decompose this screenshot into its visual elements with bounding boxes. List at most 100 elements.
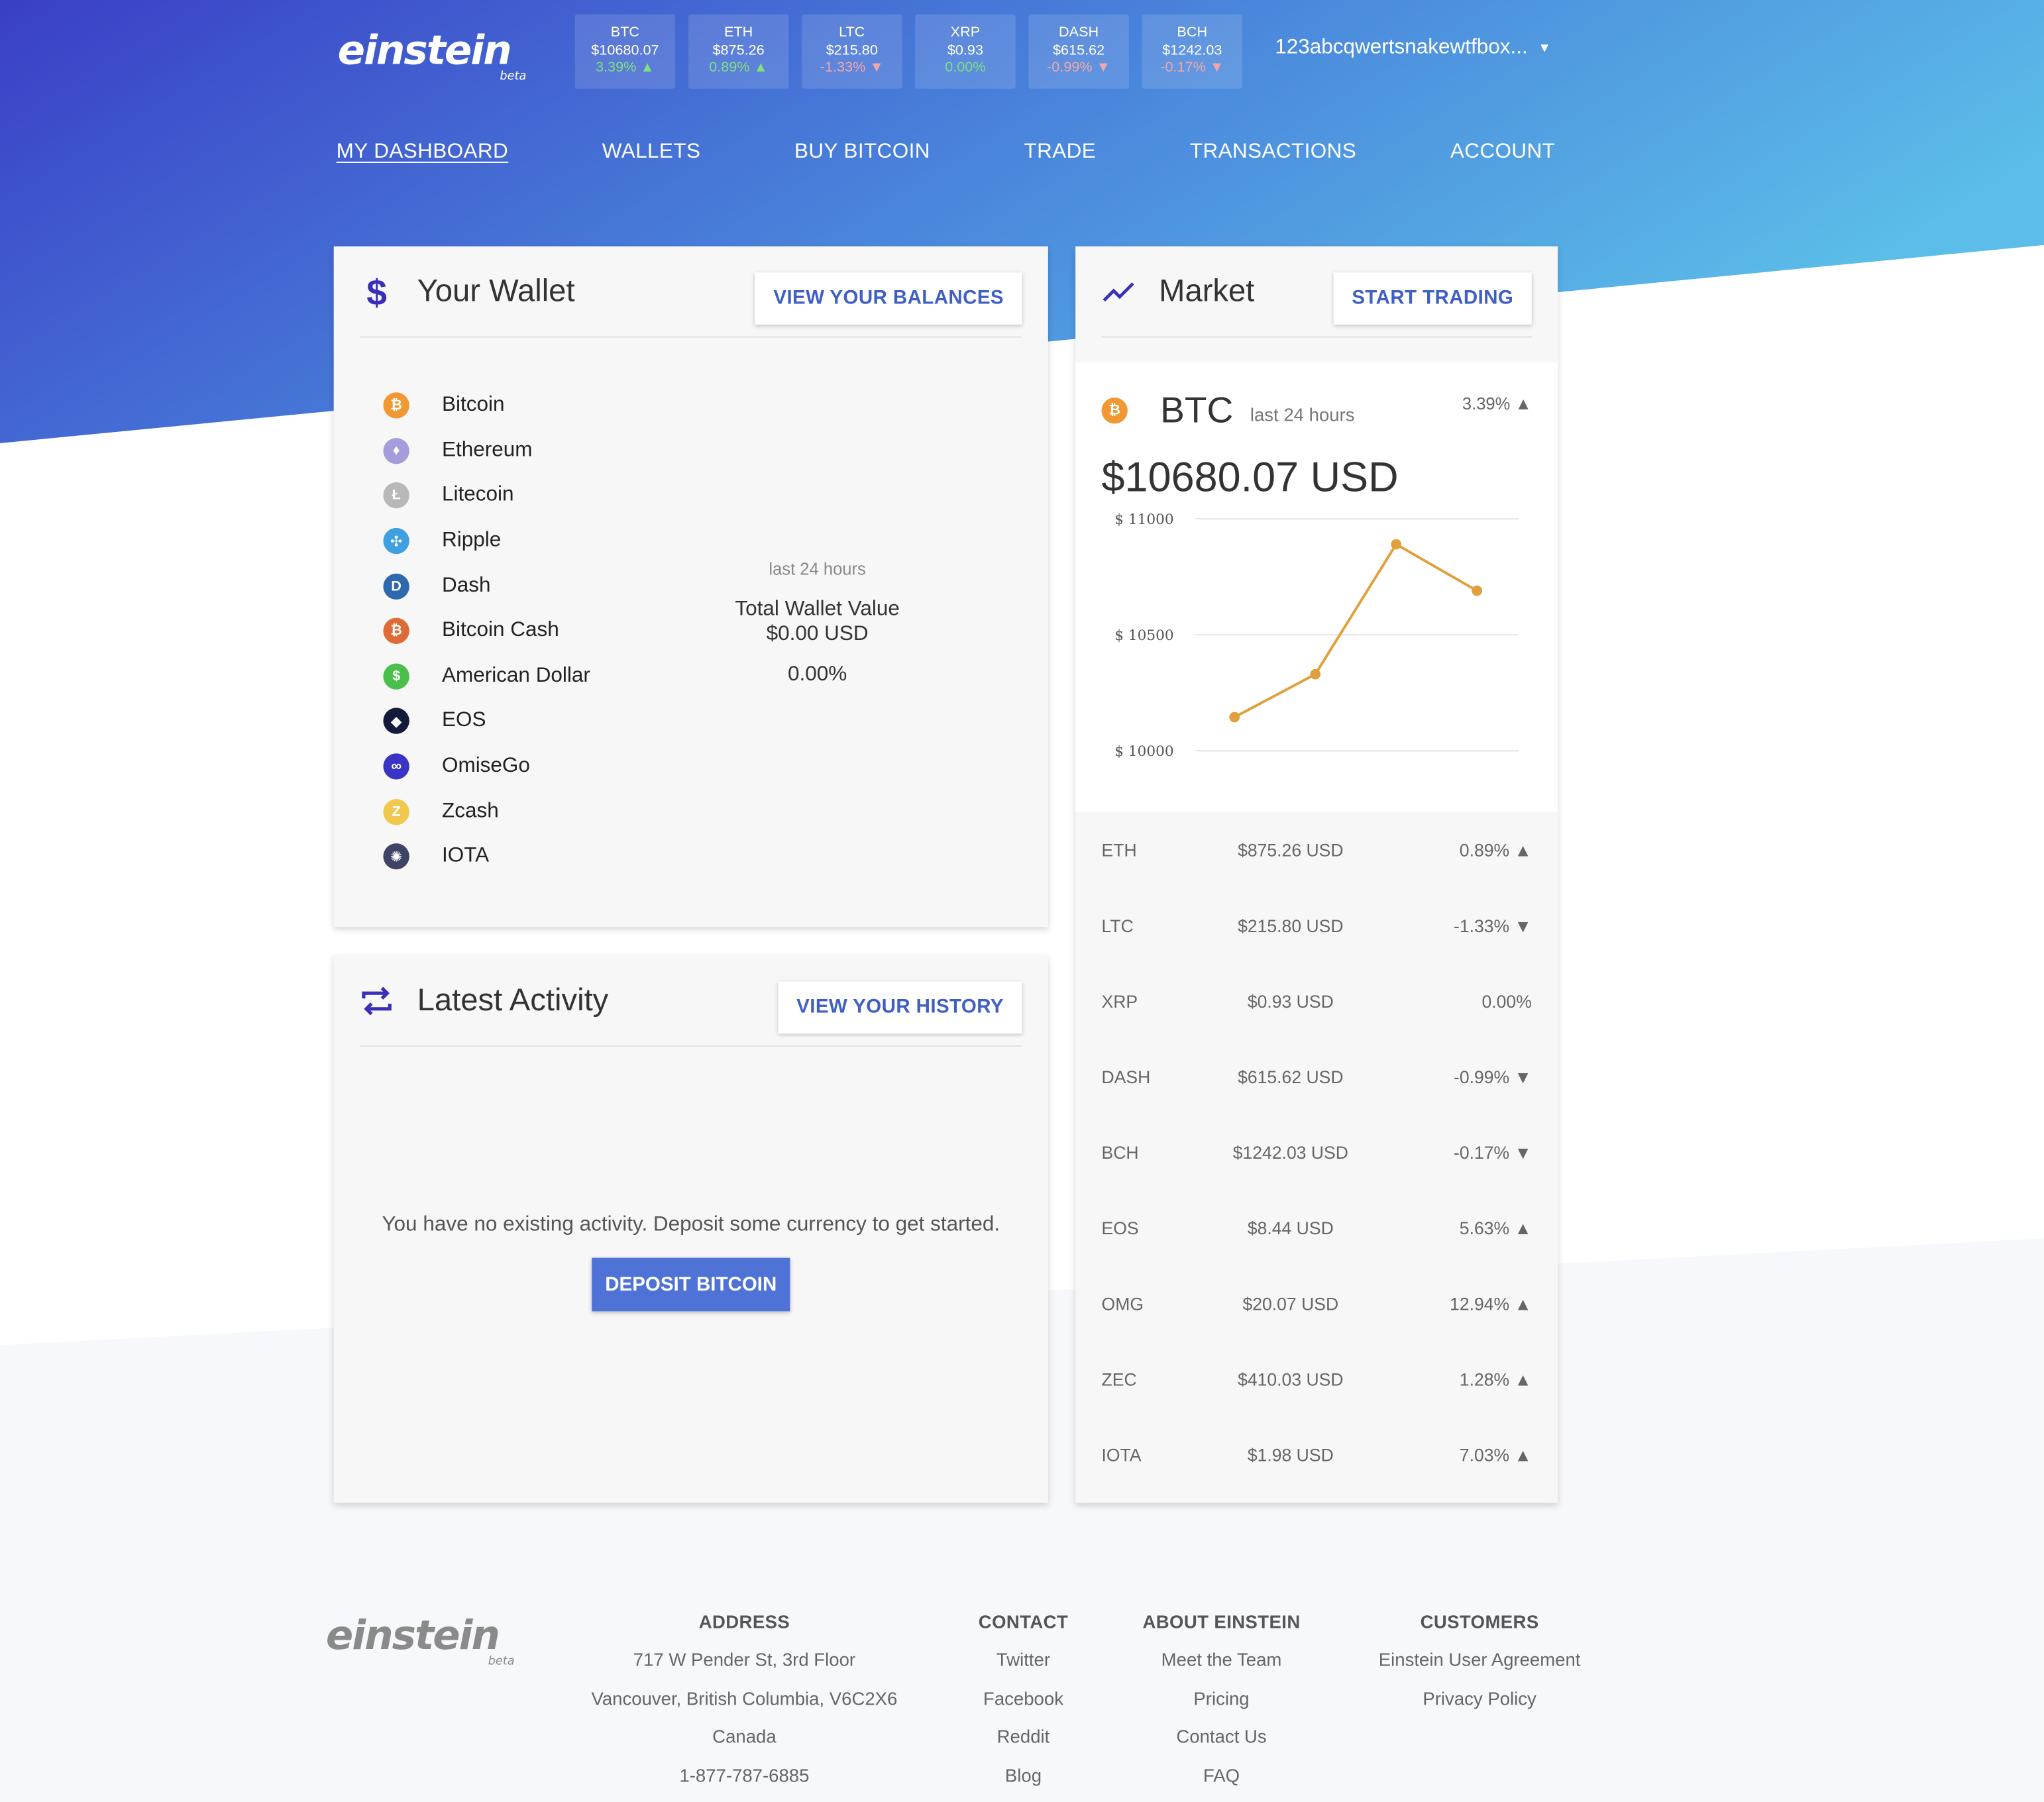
market-row[interactable]: LTC $215.80 USD -1.33% ▼	[1102, 888, 1532, 963]
wallet-card-header: $ Your Wallet VIEW YOUR BALANCES	[360, 246, 1022, 338]
ticker-item[interactable]: LTC $215.80 -1.33% ▼	[802, 14, 902, 89]
nav-my-dashboard[interactable]: MY DASHBOARD	[337, 140, 509, 164]
wallet-coin-item[interactable]: Ł Litecoin	[383, 474, 590, 519]
market-row[interactable]: IOTA $1.98 USD 7.03% ▲	[1102, 1417, 1532, 1493]
wallet-coin-item[interactable]: ◆ EOS	[383, 699, 590, 744]
market-row[interactable]: ETH $875.26 USD 0.89% ▲	[1102, 812, 1532, 888]
chart-point[interactable]	[1229, 712, 1240, 723]
wallet-coin-name: Dash	[441, 574, 491, 597]
view-balances-button[interactable]: VIEW YOUR BALANCES	[755, 272, 1022, 325]
footer-link[interactable]: Pricing	[1142, 1687, 1300, 1726]
chart-point[interactable]	[1391, 539, 1402, 550]
brand-logo[interactable]: einstein beta	[338, 30, 527, 83]
featured-symbol: BTC	[1160, 390, 1234, 431]
footer-link: Canada	[712, 1725, 777, 1747]
footer-link[interactable]: FAQ	[1142, 1764, 1300, 1802]
wallet-coin-item[interactable]: $ American Dollar	[383, 654, 590, 699]
deposit-bitcoin-button[interactable]: DEPOSIT BITCOIN	[592, 1257, 790, 1312]
market-row[interactable]: EOS $8.44 USD 5.63% ▲	[1102, 1190, 1532, 1265]
wallet-total-label: Total Wallet Value	[735, 598, 900, 621]
swap-arrows-icon	[360, 983, 394, 1017]
footer-link[interactable]: Einstein User Agreement	[1379, 1649, 1581, 1687]
footer-beta-tag: beta	[488, 1655, 515, 1669]
wallet-coin-item[interactable]: ♦ Ethereum	[383, 429, 590, 474]
chart-point[interactable]	[1472, 585, 1483, 596]
market-price: $8.44 USD	[1247, 1218, 1334, 1238]
ticker-symbol: LTC	[839, 25, 865, 40]
footer-wordmark: einstein	[325, 1612, 500, 1660]
activity-card: Latest Activity VIEW YOUR HISTORY You ha…	[333, 955, 1048, 1503]
market-symbol: LTC	[1101, 916, 1134, 935]
chevron-down-icon: ▼	[1538, 40, 1551, 56]
market-row[interactable]: OMG $20.07 USD 12.94% ▲	[1102, 1265, 1532, 1341]
wallet-coin-item[interactable]: ✣ Ripple	[383, 519, 590, 564]
ticker-price: $215.80	[826, 42, 878, 58]
ticker-price: $1242.03	[1162, 42, 1222, 58]
market-price: $615.62 USD	[1238, 1067, 1344, 1086]
wallet-coin-item[interactable]: ₿ Bitcoin Cash	[383, 609, 590, 654]
nav-wallets[interactable]: WALLETS	[602, 140, 701, 164]
footer-link: Vancouver, British Columbia, V6C2X6	[591, 1687, 898, 1709]
wallet-coin-item[interactable]: ∞ OmiseGo	[383, 744, 590, 789]
featured-change: 3.39% ▲	[1462, 394, 1532, 413]
main-nav: MY DASHBOARD WALLETS BUY BITCOIN TRADE TRANS…	[337, 140, 1556, 164]
view-history-button[interactable]: VIEW YOUR HISTORY	[778, 981, 1022, 1034]
wallet-coin-name: EOS	[441, 710, 486, 732]
ticker-item[interactable]: BTC $10680.07 3.39% ▲	[574, 14, 676, 89]
btc-price-chart: $ 11000 $ 10500 $ 10000	[1114, 511, 1519, 760]
footer-link[interactable]: Twitter	[979, 1649, 1068, 1687]
footer-link[interactable]: Privacy Policy	[1379, 1687, 1581, 1726]
nav-trade[interactable]: TRADE	[1024, 140, 1097, 164]
market-title: Market	[1159, 273, 1255, 309]
market-row[interactable]: BCH $1242.03 USD -0.17% ▼	[1102, 1114, 1532, 1190]
footer-column: ABOUT EINSTEIN Meet the Team Pricing Contac…	[1142, 1611, 1300, 1802]
market-row[interactable]: DASH $615.62 USD -0.99% ▼	[1102, 1039, 1532, 1114]
ticker-item[interactable]: ETH $875.26 0.89% ▲	[688, 14, 789, 89]
wallet-coin-name: Zcash	[441, 800, 499, 822]
wallet-coin-item[interactable]: Z Zcash	[383, 789, 590, 834]
nav-buy-bitcoin[interactable]: BUY BITCOIN	[794, 140, 930, 164]
wallet-coin-name: Ripple	[441, 529, 502, 552]
chart-point[interactable]	[1310, 668, 1321, 680]
ticker-price: $615.62	[1052, 42, 1105, 58]
wallet-coin-item[interactable]: ✺ IOTA	[383, 834, 590, 879]
market-row[interactable]: ZEC $410.03 USD 1.28% ▲	[1102, 1342, 1532, 1417]
market-symbol: OMG	[1101, 1293, 1144, 1314]
footer-link[interactable]: Facebook	[979, 1687, 1068, 1726]
brand-beta-tag: beta	[500, 70, 527, 83]
wallet-period: last 24 hours	[769, 559, 866, 579]
market-symbol: ZEC	[1101, 1369, 1137, 1389]
nav-transactions[interactable]: TRANSACTIONS	[1190, 140, 1356, 164]
footer-heading: CONTACT	[978, 1611, 1069, 1632]
account-menu[interactable]: 123abcqwertsnakewtfbox... ▼	[1275, 36, 1551, 60]
wallet-coin-item[interactable]: D Dash	[383, 564, 590, 609]
ticker-item[interactable]: BCH $1242.03 -0.17% ▼	[1142, 14, 1243, 89]
market-change: 0.00%	[1481, 991, 1532, 1011]
market-list: ETH $875.26 USD 0.89% ▲ LTC $215.80 USD -1.33…	[1102, 812, 1532, 1493]
ticker-item[interactable]: DASH $615.62 -0.99% ▼	[1028, 14, 1129, 89]
eos-icon: ◆	[383, 708, 409, 735]
footer-link[interactable]: Reddit	[979, 1726, 1068, 1764]
market-row[interactable]: XRP $0.93 USD 0.00%	[1102, 963, 1532, 1039]
ticker-price: $10680.07	[591, 42, 659, 58]
iota-icon: ✺	[383, 843, 409, 870]
chart-series-line	[1234, 542, 1478, 719]
chart-ytick-label: $ 10500	[1114, 627, 1173, 644]
bitcoin-icon: ₿	[1101, 398, 1128, 424]
ticker-item[interactable]: XRP $0.93 0.00%	[915, 14, 1016, 89]
start-trading-button[interactable]: START TRADING	[1333, 272, 1532, 325]
footer-column: CONTACT Twitter Facebook Reddit Blog	[979, 1611, 1068, 1802]
nav-account[interactable]: ACCOUNT	[1450, 140, 1555, 164]
footer-link[interactable]: Contact Us	[1142, 1726, 1300, 1764]
omisego-icon: ∞	[383, 753, 409, 780]
market-change: -0.17% ▼	[1453, 1142, 1532, 1163]
footer-link[interactable]: Blog	[979, 1764, 1068, 1802]
footer-logo[interactable]: einstein beta	[325, 1612, 515, 1669]
wallet-coin-item[interactable]: ₿ Bitcoin	[383, 383, 590, 428]
market-symbol: ETH	[1101, 840, 1137, 860]
wallet-title: Your Wallet	[417, 273, 575, 309]
market-price: $875.26 USD	[1238, 840, 1344, 860]
svg-text:$: $	[366, 272, 387, 311]
footer-link[interactable]: Meet the Team	[1142, 1649, 1300, 1687]
wallet-coin-name: Litecoin	[441, 484, 514, 507]
